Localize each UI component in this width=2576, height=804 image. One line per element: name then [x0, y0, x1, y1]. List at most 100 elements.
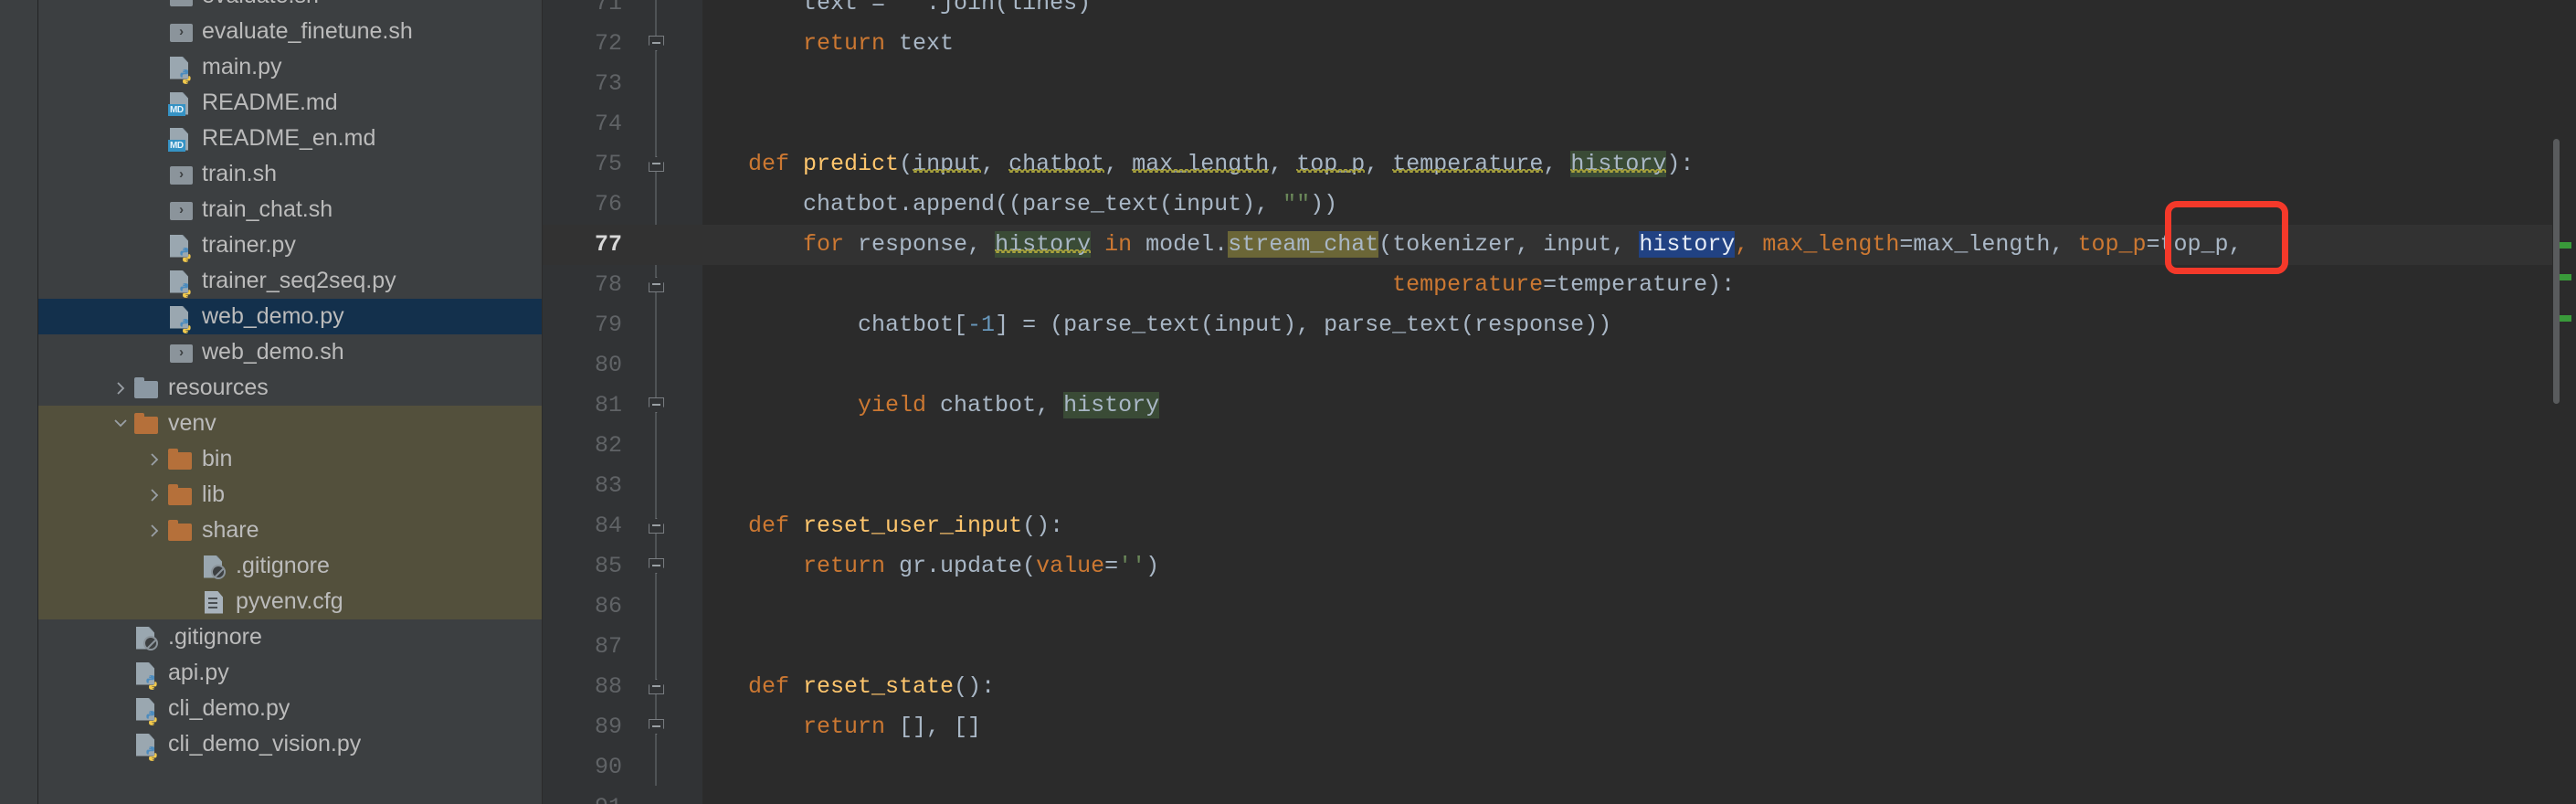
editor-marker-bar[interactable]: [2552, 0, 2576, 804]
python-file-icon: [166, 232, 194, 262]
code-line-83[interactable]: [702, 466, 748, 506]
line-number[interactable]: 80: [543, 345, 622, 386]
line-number[interactable]: 91: [543, 788, 622, 804]
code-fold-marker[interactable]: [649, 679, 664, 694]
code-line-85[interactable]: return gr.update(value=''): [702, 546, 1159, 587]
project-tree-panel[interactable]: › evaluate.sh › evaluate_finetune.sh main.py…: [38, 0, 543, 804]
code-line-91[interactable]: [702, 788, 748, 804]
editor-code-area[interactable]: text = "".join(lines) return text def pre…: [702, 0, 2576, 804]
tree-item-venv[interactable]: venv: [38, 406, 542, 441]
tree-item-label: share: [202, 517, 259, 543]
code-line-72[interactable]: return text: [702, 24, 954, 64]
line-number[interactable]: 86: [543, 587, 622, 627]
tree-item-bin[interactable]: bin: [38, 441, 542, 477]
code-fold-marker[interactable]: [649, 397, 664, 413]
tree-item--gitignore[interactable]: .gitignore: [38, 548, 542, 584]
cfg-line: [208, 601, 217, 604]
tree-item-readme-en-md[interactable]: MD README_en.md: [38, 121, 542, 156]
code-line-89[interactable]: return [], []: [702, 707, 981, 747]
line-number[interactable]: 75: [543, 144, 622, 185]
code-line-79[interactable]: chatbot[-1] = (parse_text(input), parse_…: [702, 305, 1611, 345]
tree-item-train-chat-sh[interactable]: › train_chat.sh: [38, 192, 542, 227]
tree-item-trainer-py[interactable]: trainer.py: [38, 227, 542, 263]
code-fold-marker[interactable]: [649, 518, 664, 534]
line-number[interactable]: 76: [543, 185, 622, 225]
code-line-76[interactable]: chatbot.append((parse_text(input), "")): [702, 185, 1337, 225]
tree-expand-arrow[interactable]: [143, 451, 166, 468]
tree-item--gitignore[interactable]: .gitignore: [38, 619, 542, 655]
tree-item-share[interactable]: share: [38, 513, 542, 548]
folder-orange-icon: [168, 448, 192, 470]
code-fold-marker[interactable]: [649, 36, 664, 51]
tree-item-evaluate-finetune-sh[interactable]: › evaluate_finetune.sh: [38, 14, 542, 49]
editor-scrollbar-thumb[interactable]: [2553, 139, 2560, 404]
tree-item-pyvenv-cfg[interactable]: pyvenv.cfg: [38, 584, 542, 619]
tree-expand-arrow[interactable]: [109, 418, 132, 429]
line-number[interactable]: 87: [543, 627, 622, 667]
tree-item-cli-demo-vision-py[interactable]: cli_demo_vision.py: [38, 726, 542, 762]
code-fold-marker[interactable]: [649, 558, 664, 574]
code-line-87[interactable]: [702, 627, 748, 667]
line-number[interactable]: 81: [543, 386, 622, 426]
tree-item-readme-md[interactable]: MD README.md: [38, 85, 542, 121]
tree-expand-arrow[interactable]: [143, 487, 166, 503]
tree-item-evaluate-sh[interactable]: › evaluate.sh: [38, 0, 542, 14]
code-fold-marker[interactable]: [649, 277, 664, 292]
code-line-84[interactable]: def reset_user_input():: [702, 506, 1063, 546]
tree-item-web-demo-py[interactable]: web_demo.py: [38, 299, 542, 334]
python-file-icon: [132, 695, 160, 725]
code-fold-line: [655, 0, 657, 786]
ignore-circle-slash-icon: [143, 635, 158, 651]
tree-item-resources[interactable]: resources: [38, 370, 542, 406]
python-file-icon: [132, 660, 160, 690]
tree-item-label: cli_demo_vision.py: [168, 731, 362, 756]
line-number[interactable]: 73: [543, 64, 622, 104]
line-number[interactable]: 77: [543, 225, 622, 265]
code-fold-marker[interactable]: [649, 156, 664, 172]
line-number[interactable]: 72: [543, 24, 622, 64]
line-number[interactable]: 85: [543, 546, 622, 587]
tree-item-main-py[interactable]: main.py: [38, 49, 542, 85]
tree-item-train-sh[interactable]: › train.sh: [38, 156, 542, 192]
code-line-75[interactable]: def predict(input, chatbot, max_length, …: [702, 144, 1694, 185]
cfg-line: [208, 606, 217, 608]
code-line-80[interactable]: [702, 345, 748, 386]
chevron-down-icon: [114, 419, 127, 428]
code-line-90[interactable]: [702, 747, 748, 788]
python-logo-icon: [177, 243, 194, 262]
line-number[interactable]: 88: [543, 667, 622, 707]
line-number[interactable]: 90: [543, 747, 622, 788]
shell-script-icon: ›: [166, 18, 194, 46]
code-editor[interactable]: 71 72 73 74 75 76 77 78 79 80 81 82 83 84 85 86 87 88 89 90…: [543, 0, 2576, 804]
code-line-81[interactable]: yield chatbot, history: [702, 386, 1160, 426]
line-number[interactable]: 79: [543, 305, 622, 345]
tree-item-api-py[interactable]: api.py: [38, 655, 542, 691]
code-fold-marker[interactable]: [649, 719, 664, 735]
line-number[interactable]: 82: [543, 426, 622, 466]
tree-expand-arrow[interactable]: [143, 523, 166, 539]
editor-gutter[interactable]: 71 72 73 74 75 76 77 78 79 80 81 82 83 84 85 86 87 88 89 90…: [543, 0, 702, 804]
code-line-77[interactable]: for response, history in model.stream_ch…: [702, 225, 2243, 265]
code-line-78[interactable]: temperature=temperature):: [702, 265, 1735, 305]
line-number[interactable]: 89: [543, 707, 622, 747]
tree-item-web-demo-sh[interactable]: › web_demo.sh: [38, 334, 542, 370]
line-number[interactable]: 83: [543, 466, 622, 506]
tree-expand-arrow[interactable]: [109, 380, 132, 397]
code-line-74[interactable]: [702, 104, 748, 144]
tree-item-trainer-seq2seq-py[interactable]: trainer_seq2seq.py: [38, 263, 542, 299]
code-line-86[interactable]: [702, 587, 748, 627]
code-line-71[interactable]: text = "".join(lines): [702, 0, 1091, 24]
shell-prompt-icon: ›: [170, 23, 193, 42]
line-number[interactable]: 78: [543, 265, 622, 305]
line-number[interactable]: 74: [543, 104, 622, 144]
tree-item-lib[interactable]: lib: [38, 477, 542, 513]
code-line-73[interactable]: [702, 64, 748, 104]
folder-orange-icon: [166, 481, 194, 509]
python-logo-icon: [177, 65, 194, 84]
line-number[interactable]: 84: [543, 506, 622, 546]
code-line-82[interactable]: [702, 426, 748, 466]
python-file-icon: [166, 54, 194, 84]
tree-item-cli-demo-py[interactable]: cli_demo.py: [38, 691, 542, 726]
line-number[interactable]: 71: [543, 0, 622, 24]
code-line-88[interactable]: def reset_state():: [702, 667, 995, 707]
